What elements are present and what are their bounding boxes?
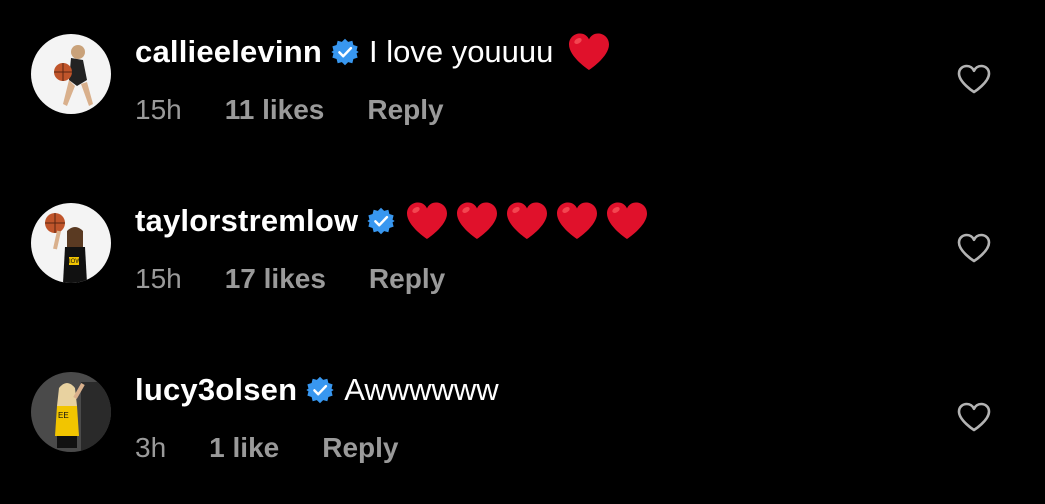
verified-badge-icon (306, 376, 334, 404)
comment-likes-count[interactable]: 1 like (209, 432, 279, 464)
avatar[interactable]: IOWA (31, 203, 111, 283)
reply-button[interactable]: Reply (367, 94, 443, 126)
comment-timestamp: 3h (135, 432, 167, 463)
svg-text:IOWA: IOWA (69, 259, 85, 265)
svg-text:EE: EE (58, 411, 69, 420)
red-heart-emoji-icon (557, 202, 598, 239)
heart-outline-icon[interactable] (957, 233, 991, 263)
avatar[interactable]: EE (31, 372, 111, 452)
comment-username[interactable]: callieelevinn (135, 34, 322, 70)
verified-badge-icon (331, 38, 359, 66)
heart-outline-icon[interactable] (957, 402, 991, 432)
comment-item: EE lucy3olsen Awwwwww 3h 1 like Reply (0, 368, 1045, 488)
comment-meta: 15h 11 likes Reply (135, 92, 444, 128)
comment-username[interactable]: lucy3olsen (135, 372, 297, 408)
comment-likes-count[interactable]: 17 likes (225, 263, 326, 295)
comment-meta: 15h 17 likes Reply (135, 261, 445, 297)
comment-text: Awwwwww (344, 372, 499, 407)
red-heart-emoji-icon (507, 202, 548, 239)
avatar[interactable] (31, 34, 111, 114)
red-heart-emoji-icon (607, 202, 648, 239)
comment-main-line: callieelevinn I love youuuu (135, 30, 611, 74)
heart-outline-icon[interactable] (957, 64, 991, 94)
comment-timestamp: 15h (135, 263, 182, 294)
reply-button[interactable]: Reply (322, 432, 398, 464)
comment-username[interactable]: taylorstremlow (135, 203, 358, 239)
avatar-image (31, 34, 111, 114)
comment-timestamp: 15h (135, 94, 182, 125)
comment-item: callieelevinn I love youuuu 15h 11 likes… (0, 30, 1045, 150)
avatar-image: EE (31, 372, 111, 452)
comment-main-line: lucy3olsen Awwwwww (135, 368, 499, 412)
heart-emojis (405, 201, 649, 241)
comment-meta: 3h 1 like Reply (135, 430, 398, 466)
red-heart-emoji-icon (569, 33, 610, 70)
avatar-image: IOWA (31, 203, 111, 283)
reply-button[interactable]: Reply (369, 263, 445, 295)
comment-likes-count[interactable]: 11 likes (225, 94, 325, 126)
verified-badge-icon (367, 207, 395, 235)
comment-main-line: taylorstremlow (135, 199, 649, 243)
heart-emojis (567, 32, 611, 72)
red-heart-emoji-icon (407, 202, 448, 239)
comment-item: IOWA taylorstremlow 15h 17 likes Reply (0, 199, 1045, 319)
comment-text: I love youuuu (368, 34, 554, 69)
red-heart-emoji-icon (457, 202, 498, 239)
